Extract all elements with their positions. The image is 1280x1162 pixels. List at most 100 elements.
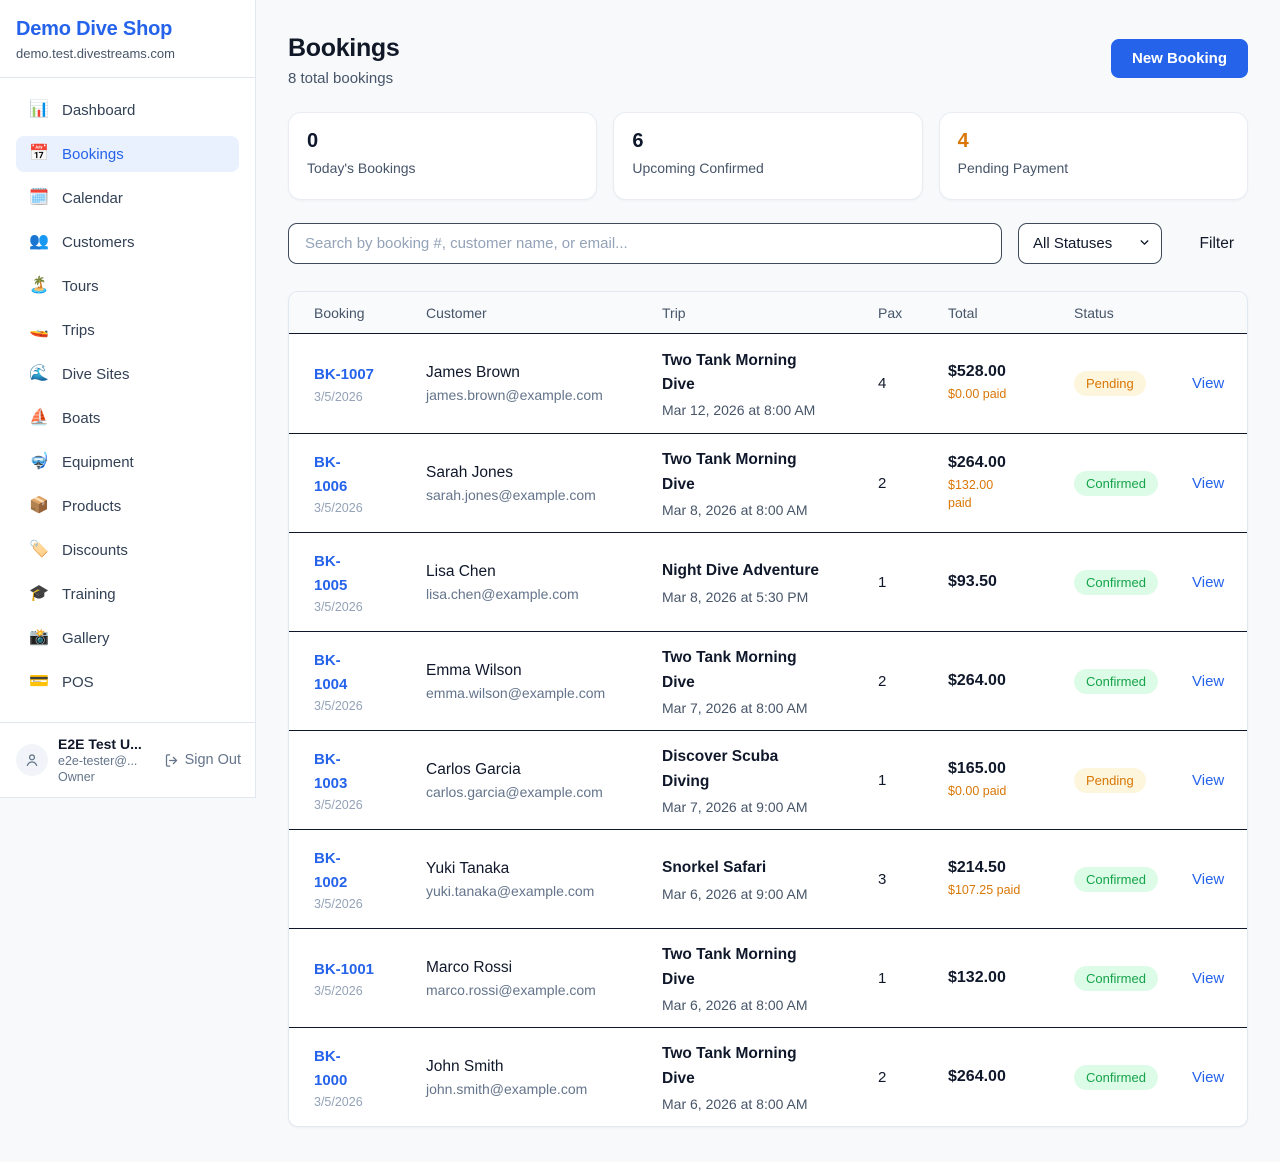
booking-id-link[interactable]: BK-1007 — [314, 363, 426, 386]
stat-label: Pending Payment — [958, 160, 1229, 176]
pax-count: 1 — [878, 970, 948, 987]
search-input[interactable] — [288, 223, 1002, 264]
user-box: E2E Test U... e2e-tester@... Owner Sign … — [0, 722, 255, 797]
dive-sites-icon: 🌊 — [28, 366, 50, 382]
stat-value: 0 — [307, 130, 578, 153]
sidebar-item-tours[interactable]: 🏝️ Tours — [16, 268, 239, 304]
pax-count: 3 — [878, 871, 948, 888]
user-name: E2E Test U... — [58, 736, 154, 752]
status-filter-select[interactable]: All Statuses — [1018, 223, 1162, 264]
booking-date: 3/5/2026 — [314, 1095, 426, 1109]
view-booking-link[interactable]: View — [1192, 673, 1227, 690]
booking-id-link[interactable]: BK- 1002 — [314, 847, 426, 894]
filter-button[interactable]: Filter — [1200, 235, 1234, 253]
sidebar-item-label: Trips — [62, 322, 95, 339]
customers-icon: 👥 — [28, 234, 50, 250]
booking-id-link[interactable]: BK- 1005 — [314, 550, 426, 597]
col-header-customer: Customer — [426, 305, 662, 321]
sidebar-item-label: Customers — [62, 234, 135, 251]
user-icon — [24, 752, 40, 768]
customer-name: John Smith — [426, 1058, 662, 1076]
view-booking-link[interactable]: View — [1192, 574, 1227, 591]
col-header-pax: Pax — [878, 305, 948, 321]
customer-name: Marco Rossi — [426, 959, 662, 977]
sidebar-item-dive-sites[interactable]: 🌊 Dive Sites — [16, 356, 239, 392]
sidebar-item-label: Dashboard — [62, 102, 135, 119]
view-booking-link[interactable]: View — [1192, 772, 1227, 789]
customer-email: lisa.chen@example.com — [426, 586, 662, 602]
trip-datetime: Mar 12, 2026 at 8:00 AM — [662, 402, 878, 418]
sidebar-item-label: Boats — [62, 410, 100, 427]
sidebar-item-discounts[interactable]: 🏷️ Discounts — [16, 532, 239, 568]
sign-out-icon — [164, 753, 179, 768]
user-meta: E2E Test U... e2e-tester@... Owner — [58, 736, 154, 784]
status-badge: Pending — [1074, 371, 1146, 396]
page-title: Bookings — [288, 34, 400, 63]
status-badge: Confirmed — [1074, 867, 1158, 892]
view-booking-link[interactable]: View — [1192, 871, 1227, 888]
bookings-table: Booking Customer Trip Pax Total Status B… — [288, 291, 1248, 1127]
controls-row: All Statuses Filter — [288, 223, 1248, 264]
new-booking-button[interactable]: New Booking — [1111, 39, 1248, 78]
sidebar-item-gallery[interactable]: 📸 Gallery — [16, 620, 239, 656]
booking-date: 3/5/2026 — [314, 699, 426, 713]
sidebar-item-boats[interactable]: ⛵ Boats — [16, 400, 239, 436]
tours-icon: 🏝️ — [28, 278, 50, 294]
pax-count: 2 — [878, 475, 948, 492]
booking-id-link[interactable]: BK- 1003 — [314, 748, 426, 795]
customer-email: sarah.jones@example.com — [426, 487, 662, 503]
sidebar-item-equipment[interactable]: 🤿 Equipment — [16, 444, 239, 480]
sidebar-item-dashboard[interactable]: 📊 Dashboard — [16, 92, 239, 128]
view-booking-link[interactable]: View — [1192, 475, 1227, 492]
sidebar-item-pos[interactable]: 💳 POS — [16, 664, 239, 700]
sidebar-nav: 📊 Dashboard 📅 Bookings 🗓️ Calendar 👥 Cus… — [0, 78, 255, 722]
table-row: BK- 10023/5/2026 Yuki Tanakayuki.tanaka@… — [289, 829, 1247, 928]
table-row: BK- 10043/5/2026 Emma Wilsonemma.wilson@… — [289, 631, 1247, 730]
user-email: e2e-tester@... — [58, 754, 154, 768]
table-row: BK- 10053/5/2026 Lisa Chenlisa.chen@exam… — [289, 532, 1247, 631]
equipment-icon: 🤿 — [28, 454, 50, 470]
pax-count: 4 — [878, 375, 948, 392]
status-badge: Confirmed — [1074, 669, 1158, 694]
training-icon: 🎓 — [28, 586, 50, 602]
view-booking-link[interactable]: View — [1192, 1069, 1227, 1086]
sign-out-button[interactable]: Sign Out — [164, 752, 241, 768]
table-row: BK-10073/5/2026 James Brownjames.brown@e… — [289, 334, 1247, 433]
customer-name: James Brown — [426, 364, 662, 382]
sidebar-item-customers[interactable]: 👥 Customers — [16, 224, 239, 260]
booking-id-link[interactable]: BK- 1000 — [314, 1045, 426, 1092]
booking-id-link[interactable]: BK- 1004 — [314, 649, 426, 696]
booking-id-link[interactable]: BK- 1006 — [314, 451, 426, 498]
sidebar-item-bookings[interactable]: 📅 Bookings — [16, 136, 239, 172]
avatar — [16, 744, 48, 776]
status-badge: Pending — [1074, 768, 1146, 793]
sidebar-item-training[interactable]: 🎓 Training — [16, 576, 239, 612]
total-amount: $93.50 — [948, 573, 1074, 591]
sidebar: Demo Dive Shop demo.test.divestreams.com… — [0, 0, 256, 798]
trip-datetime: Mar 7, 2026 at 9:00 AM — [662, 799, 878, 815]
status-badge: Confirmed — [1074, 966, 1158, 991]
brand-block: Demo Dive Shop demo.test.divestreams.com — [0, 0, 255, 78]
pax-count: 2 — [878, 1069, 948, 1086]
status-select-wrap: All Statuses — [1018, 223, 1162, 264]
booking-id-link[interactable]: BK-1001 — [314, 958, 426, 981]
trip-datetime: Mar 6, 2026 at 9:00 AM — [662, 886, 878, 902]
trip-datetime: Mar 6, 2026 at 8:00 AM — [662, 997, 878, 1013]
total-amount: $264.00 — [948, 1068, 1074, 1086]
stat-label: Upcoming Confirmed — [632, 160, 903, 176]
pax-count: 2 — [878, 673, 948, 690]
discounts-icon: 🏷️ — [28, 542, 50, 558]
booking-date: 3/5/2026 — [314, 798, 426, 812]
sidebar-item-trips[interactable]: 🚤 Trips — [16, 312, 239, 348]
trip-name: Two Tank Morning Dive — [662, 646, 878, 694]
sidebar-item-label: Training — [62, 586, 116, 603]
sidebar-item-calendar[interactable]: 🗓️ Calendar — [16, 180, 239, 216]
table-header-row: Booking Customer Trip Pax Total Status — [289, 292, 1247, 334]
view-booking-link[interactable]: View — [1192, 375, 1227, 392]
view-booking-link[interactable]: View — [1192, 970, 1227, 987]
stat-value: 6 — [632, 130, 903, 153]
customer-email: carlos.garcia@example.com — [426, 784, 662, 800]
table-row: BK- 10003/5/2026 John Smithjohn.smith@ex… — [289, 1027, 1247, 1126]
table-row: BK- 10063/5/2026 Sarah Jonessarah.jones@… — [289, 433, 1247, 532]
sidebar-item-products[interactable]: 📦 Products — [16, 488, 239, 524]
